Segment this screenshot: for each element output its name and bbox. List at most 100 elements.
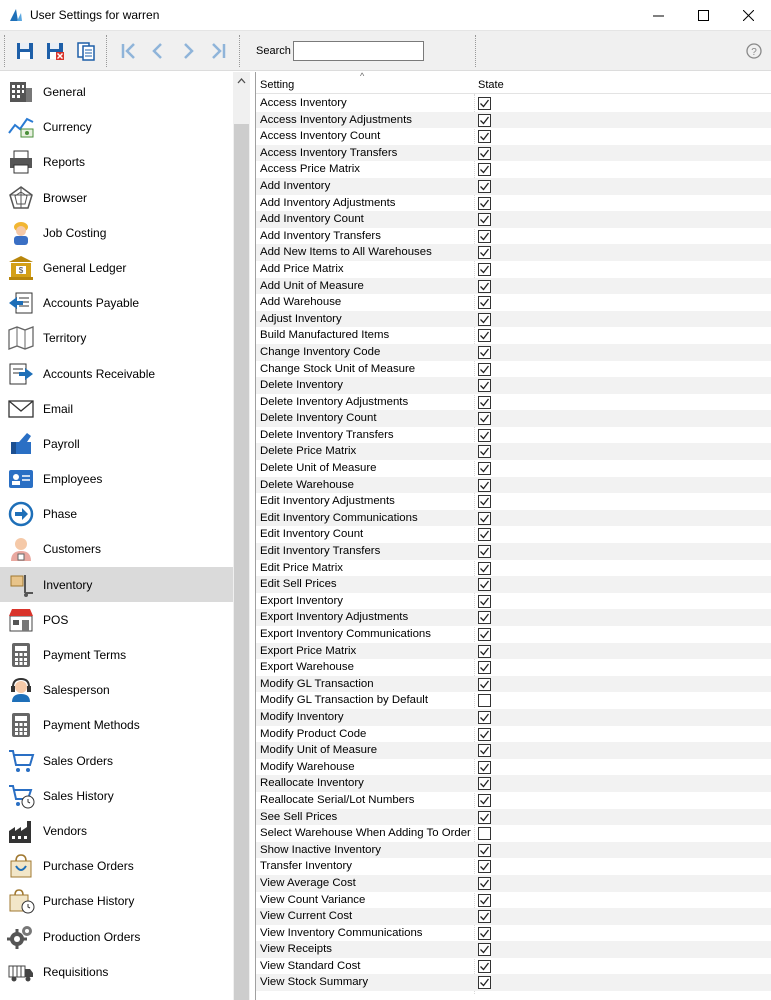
table-row[interactable]: View Standard Cost (256, 958, 771, 975)
state-checkbox[interactable] (478, 959, 491, 973)
table-row[interactable]: Access Inventory Count (256, 128, 771, 145)
table-row[interactable]: Change Inventory Code (256, 343, 771, 361)
state-checkbox[interactable] (478, 296, 491, 310)
table-row[interactable]: Change Stock Unit of Measure (256, 361, 771, 378)
state-checkbox[interactable] (478, 893, 491, 907)
table-row[interactable]: Modify Warehouse (256, 759, 771, 776)
state-checkbox[interactable] (478, 345, 491, 359)
minimize-button[interactable] (635, 0, 681, 31)
table-row[interactable]: View Stock Summary (256, 974, 771, 992)
table-row[interactable]: Access Inventory Adjustments (256, 111, 771, 129)
table-row[interactable]: Export Warehouse (256, 659, 771, 676)
state-checkbox[interactable] (478, 395, 491, 409)
state-checkbox[interactable] (478, 179, 491, 193)
sidebar-item-currency[interactable]: Currency (0, 109, 233, 144)
state-checkbox[interactable] (478, 329, 491, 343)
save-button[interactable] (13, 39, 37, 63)
table-row[interactable]: Delete Unit of Measure (256, 460, 771, 477)
table-row[interactable]: View Current Cost (256, 908, 771, 925)
state-checkbox[interactable] (478, 926, 491, 940)
sidebar-item-accounts-payable[interactable]: Accounts Payable (0, 285, 233, 320)
table-row[interactable]: Add Inventory Count (256, 211, 771, 228)
table-row[interactable]: Edit Price Matrix (256, 560, 771, 577)
table-row[interactable]: Delete Inventory Count (256, 410, 771, 427)
sidebar-item-email[interactable]: Email (0, 391, 233, 426)
sidebar-item-requisitions[interactable]: Requisitions (0, 954, 233, 989)
table-row[interactable]: Modify GL Transaction by Default (256, 692, 771, 709)
state-checkbox[interactable] (478, 661, 491, 675)
state-checkbox[interactable] (478, 561, 491, 575)
state-checkbox[interactable] (478, 229, 491, 243)
state-checkbox[interactable] (478, 876, 491, 890)
table-row[interactable]: Export Inventory (256, 593, 771, 610)
state-checkbox[interactable] (478, 113, 491, 127)
sidebar-item-salesperson[interactable]: Salesperson (0, 672, 233, 707)
table-row[interactable]: Edit Inventory Count (256, 526, 771, 543)
sidebar-item-reports[interactable]: Reports (0, 144, 233, 179)
state-checkbox[interactable] (478, 943, 491, 957)
table-row[interactable]: Add Unit of Measure (256, 277, 771, 295)
state-checkbox[interactable] (478, 246, 491, 260)
state-checkbox[interactable] (478, 628, 491, 641)
table-row[interactable]: Delete Warehouse (256, 476, 771, 494)
previous-record-button[interactable] (146, 39, 170, 63)
sidebar-item-pos[interactable]: POS (0, 602, 233, 637)
state-checkbox[interactable] (478, 677, 491, 691)
state-checkbox[interactable] (478, 146, 491, 160)
table-row[interactable]: Transfer Inventory (256, 858, 771, 875)
state-checkbox[interactable] (478, 511, 491, 525)
table-row[interactable]: Add New Items to All Warehouses (256, 244, 771, 261)
state-checkbox[interactable] (478, 412, 491, 426)
state-checkbox[interactable] (478, 462, 491, 476)
state-checkbox[interactable] (478, 860, 491, 874)
state-checkbox[interactable] (478, 976, 491, 990)
table-row[interactable]: Add Price Matrix (256, 261, 771, 278)
state-checkbox[interactable] (478, 843, 491, 857)
copy-button[interactable] (74, 39, 98, 63)
table-row[interactable]: Edit Sell Prices (256, 576, 771, 593)
state-checkbox[interactable] (478, 694, 491, 708)
table-row[interactable]: Build Manufactured Items (256, 327, 771, 344)
table-row[interactable]: Delete Price Matrix (256, 443, 771, 461)
table-row[interactable]: Reallocate Serial/Lot Numbers (256, 792, 771, 809)
state-checkbox[interactable] (478, 827, 491, 841)
sidebar-scrollbar[interactable] (233, 72, 250, 1000)
state-checkbox[interactable] (478, 163, 491, 177)
table-row[interactable]: Delete Inventory Adjustments (256, 394, 771, 411)
sidebar-item-sales-history[interactable]: Sales History (0, 778, 233, 813)
sidebar-item-employees[interactable]: Employees (0, 461, 233, 496)
table-row[interactable]: Select Warehouse When Adding To Order (256, 825, 771, 842)
state-checkbox[interactable] (478, 428, 491, 442)
sidebar-item-phase[interactable]: Phase (0, 496, 233, 531)
table-row[interactable]: Delete Inventory (256, 377, 771, 394)
column-header-setting[interactable]: Setting (260, 79, 294, 91)
table-row[interactable]: Edit Inventory Communications (256, 509, 771, 527)
state-checkbox[interactable] (478, 379, 491, 393)
state-checkbox[interactable] (478, 478, 491, 492)
state-checkbox[interactable] (478, 910, 491, 924)
maximize-button[interactable] (680, 0, 726, 31)
last-record-button[interactable] (206, 39, 230, 63)
state-checkbox[interactable] (478, 213, 491, 227)
sidebar-item-vendors[interactable]: Vendors (0, 813, 233, 848)
search-input[interactable] (293, 41, 424, 61)
next-record-button[interactable] (176, 39, 200, 63)
state-checkbox[interactable] (478, 594, 491, 608)
state-checkbox[interactable] (478, 793, 491, 807)
sidebar-item-production-orders[interactable]: Production Orders (0, 919, 233, 954)
sidebar-item-purchase-orders[interactable]: Purchase Orders (0, 848, 233, 883)
column-header-state[interactable]: State (478, 79, 504, 91)
table-row[interactable]: View Count Variance (256, 892, 771, 909)
table-row[interactable]: Delete Inventory Transfers (256, 427, 771, 444)
table-row[interactable]: Show Inactive Inventory (256, 841, 771, 859)
table-row[interactable]: Add Inventory Adjustments (256, 195, 771, 212)
table-row[interactable]: Add Inventory Transfers (256, 228, 771, 245)
state-checkbox[interactable] (478, 727, 491, 741)
sidebar-item-territory[interactable]: Territory (0, 320, 233, 355)
sidebar-item-general[interactable]: General (0, 74, 233, 109)
state-checkbox[interactable] (478, 445, 491, 459)
table-row[interactable]: Export Price Matrix (256, 642, 771, 660)
sidebar-item-accounts-receivable[interactable]: Accounts Receivable (0, 356, 233, 391)
close-button[interactable] (725, 0, 771, 31)
state-checkbox[interactable] (478, 279, 491, 293)
